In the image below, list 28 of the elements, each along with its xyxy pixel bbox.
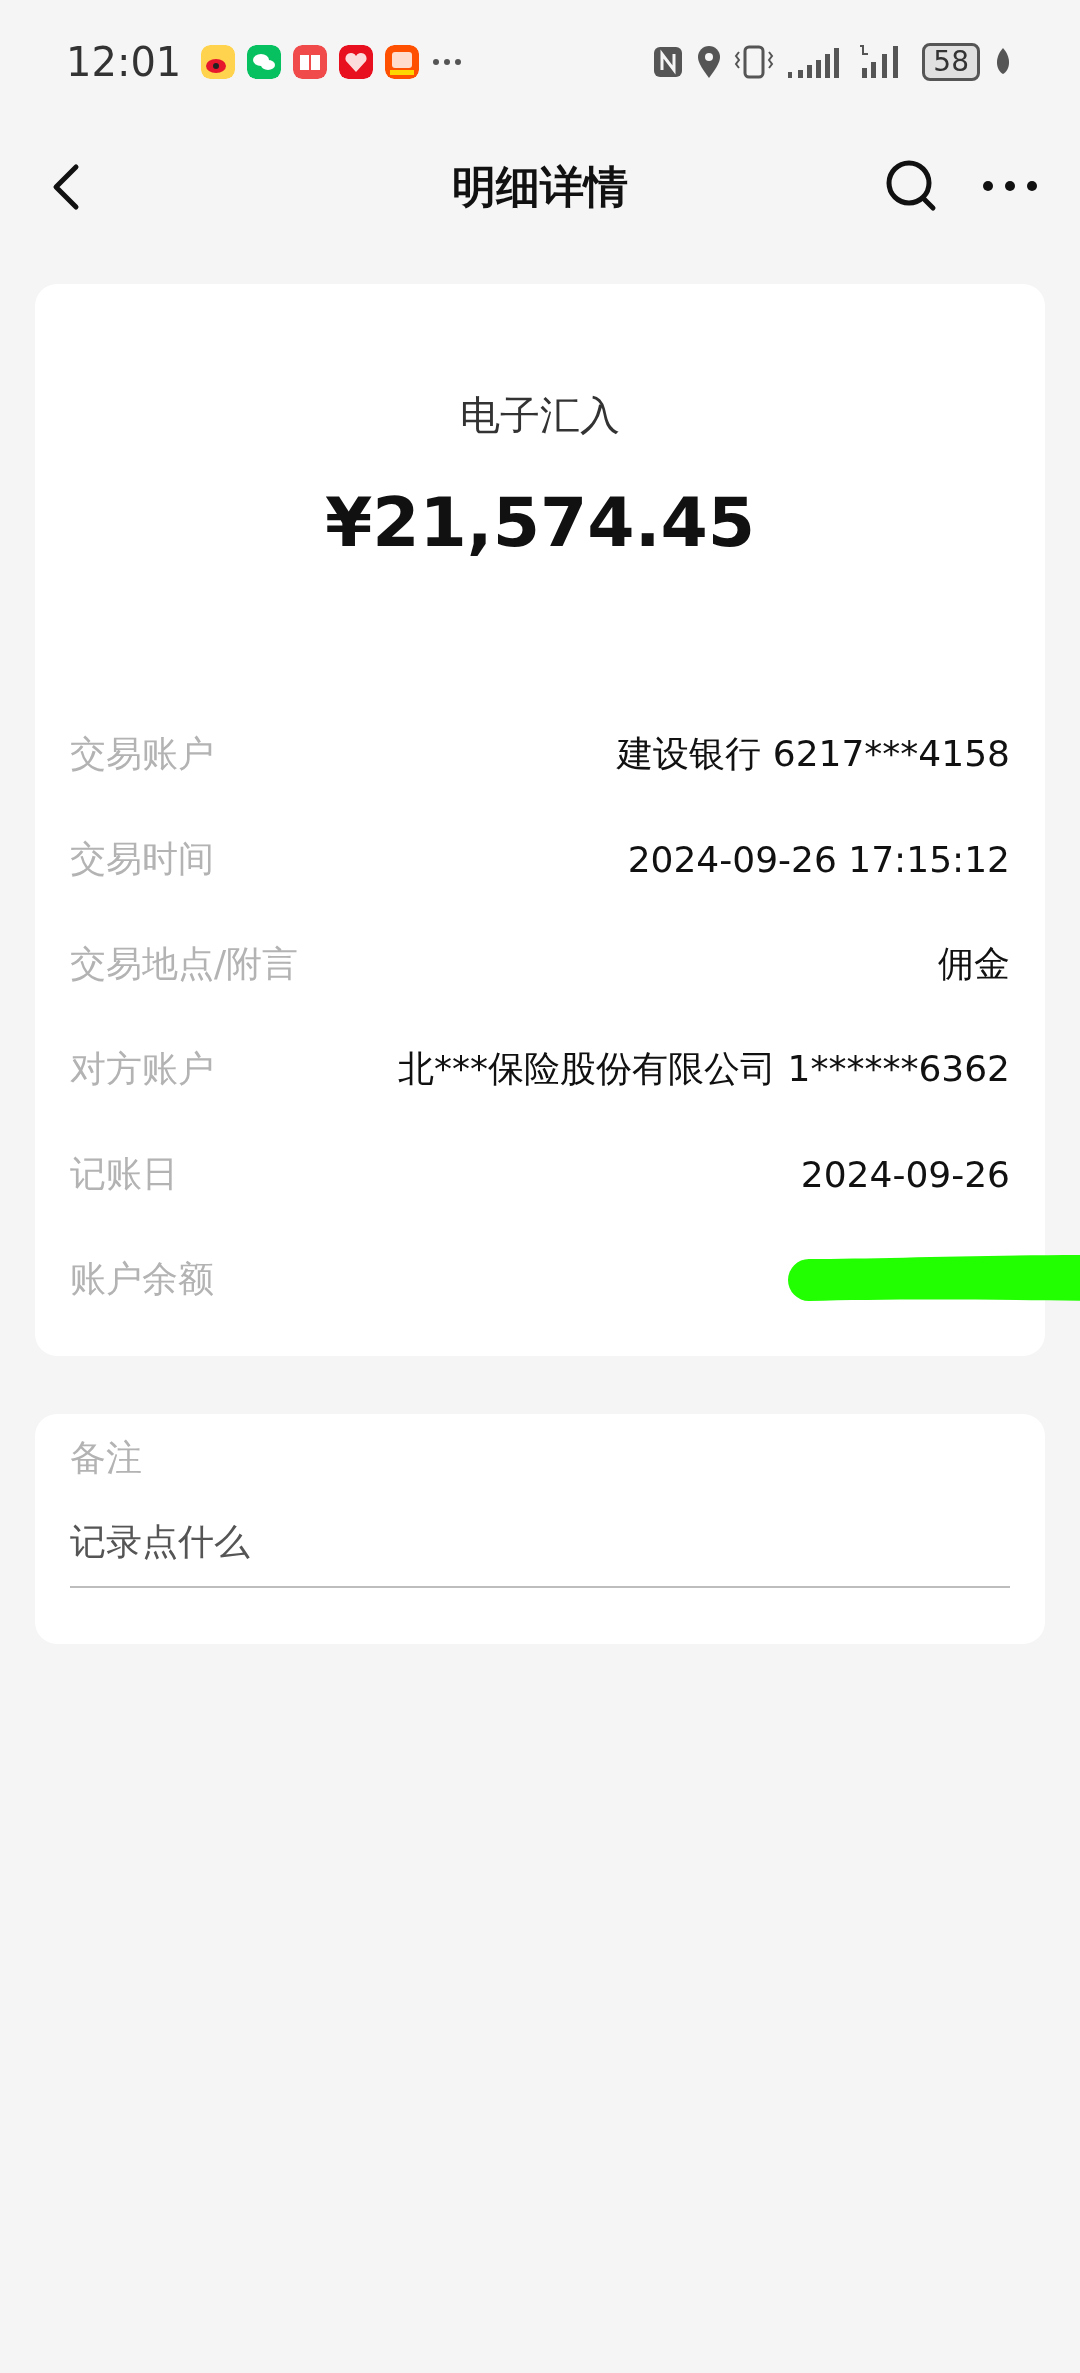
detail-label: 交易账户 [70, 732, 214, 776]
more-icon [431, 58, 464, 66]
chat-app-icon [247, 45, 282, 79]
detail-value: 北***保险股份有限公司 1******6362 [398, 1047, 1010, 1091]
page-title: 明细详情 [452, 160, 628, 212]
note-label: 备注 [70, 1436, 143, 1480]
shop-app-icon [385, 45, 420, 79]
eye-app-icon [201, 45, 236, 79]
detail-value: 2024-09-26 [800, 1154, 1010, 1195]
note-field[interactable]: 记录点什么 [70, 1493, 1010, 1588]
nfc-icon [652, 44, 685, 80]
battery-level: 58 [922, 43, 980, 81]
transaction-type: 电子汇入 [459, 391, 621, 440]
vibrate-icon [734, 44, 775, 80]
detail-label: 账户余额 [70, 1257, 214, 1301]
location-icon [696, 44, 723, 80]
detail-label: 交易时间 [70, 837, 214, 881]
detail-value: 建设银行 6217***4158 [617, 732, 1010, 776]
heart-app-icon [339, 45, 374, 79]
amount: ¥21,574.45 [324, 483, 756, 562]
detail-value: 佣金 [938, 942, 1010, 986]
note-card[interactable]: 备注 记录点什么 [35, 1414, 1045, 1644]
detail-label: 对方账户 [70, 1047, 214, 1091]
book-app-icon [293, 45, 328, 79]
status-time: 12:01 [66, 39, 182, 85]
detail-label: 记账日 [70, 1152, 178, 1196]
detail-label: 交易地点/附言 [70, 942, 299, 986]
detail-value: 2024-09-26 17:15:12 [627, 839, 1010, 880]
